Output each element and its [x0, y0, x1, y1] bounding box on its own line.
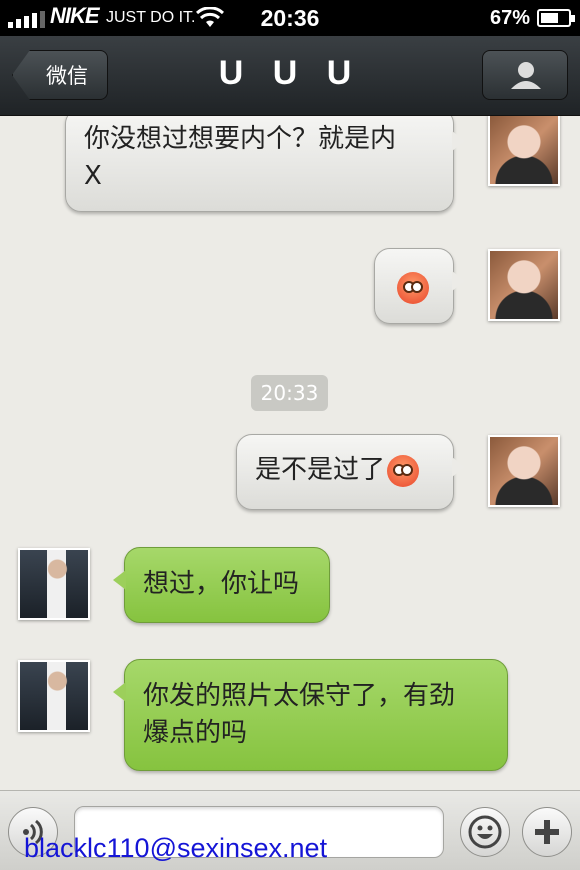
battery-level: [541, 13, 558, 23]
message-text: 你发的照片太保守了，有劲: [143, 681, 456, 711]
message-text: 你没想过想要内个？就是内: [84, 124, 397, 154]
plus-icon: [535, 820, 559, 844]
flushed-emoji-icon: [387, 454, 420, 487]
smiley-icon: [468, 815, 502, 849]
add-button[interactable]: [522, 807, 572, 857]
sender-avatar[interactable]: [18, 660, 90, 732]
flushed-emoji-icon: [397, 271, 429, 304]
message-bubble[interactable]: 想过，你让吗: [113, 547, 330, 623]
contact-avatar[interactable]: [488, 435, 560, 507]
message-bubble[interactable]: 你发的照片太保守了，有劲 爆点的吗: [113, 659, 508, 771]
nav-bar: 微信 U U U: [0, 36, 580, 116]
status-bar: NIKE JUST DO IT. 20:36 67%: [0, 0, 580, 36]
battery-percent: 67%: [489, 7, 530, 29]
message-bubble[interactable]: [374, 248, 465, 324]
sender-avatar[interactable]: [18, 548, 90, 620]
battery-icon: [537, 9, 575, 27]
timestamp: 20:33: [251, 375, 328, 411]
contact-avatar[interactable]: [488, 116, 560, 186]
message-list[interactable]: 你没想过想要内个？就是内 X 20:33 是不是过了 想过，你让吗 你发的照片太…: [0, 116, 580, 790]
watermark: blacklc110@sexinsex.net: [24, 833, 328, 863]
profile-button[interactable]: [482, 50, 568, 100]
message-bubble[interactable]: 你没想过想要内个？就是内 X: [65, 116, 465, 212]
message-text: 爆点的吗: [143, 718, 248, 748]
message-text: 是不是过了: [255, 455, 386, 485]
message-bubble[interactable]: 是不是过了: [236, 434, 465, 510]
person-icon: [511, 62, 541, 89]
message-text: X: [84, 161, 102, 191]
emoji-button[interactable]: [460, 807, 510, 857]
message-text: 想过，你让吗: [143, 569, 300, 599]
contact-avatar[interactable]: [488, 249, 560, 321]
